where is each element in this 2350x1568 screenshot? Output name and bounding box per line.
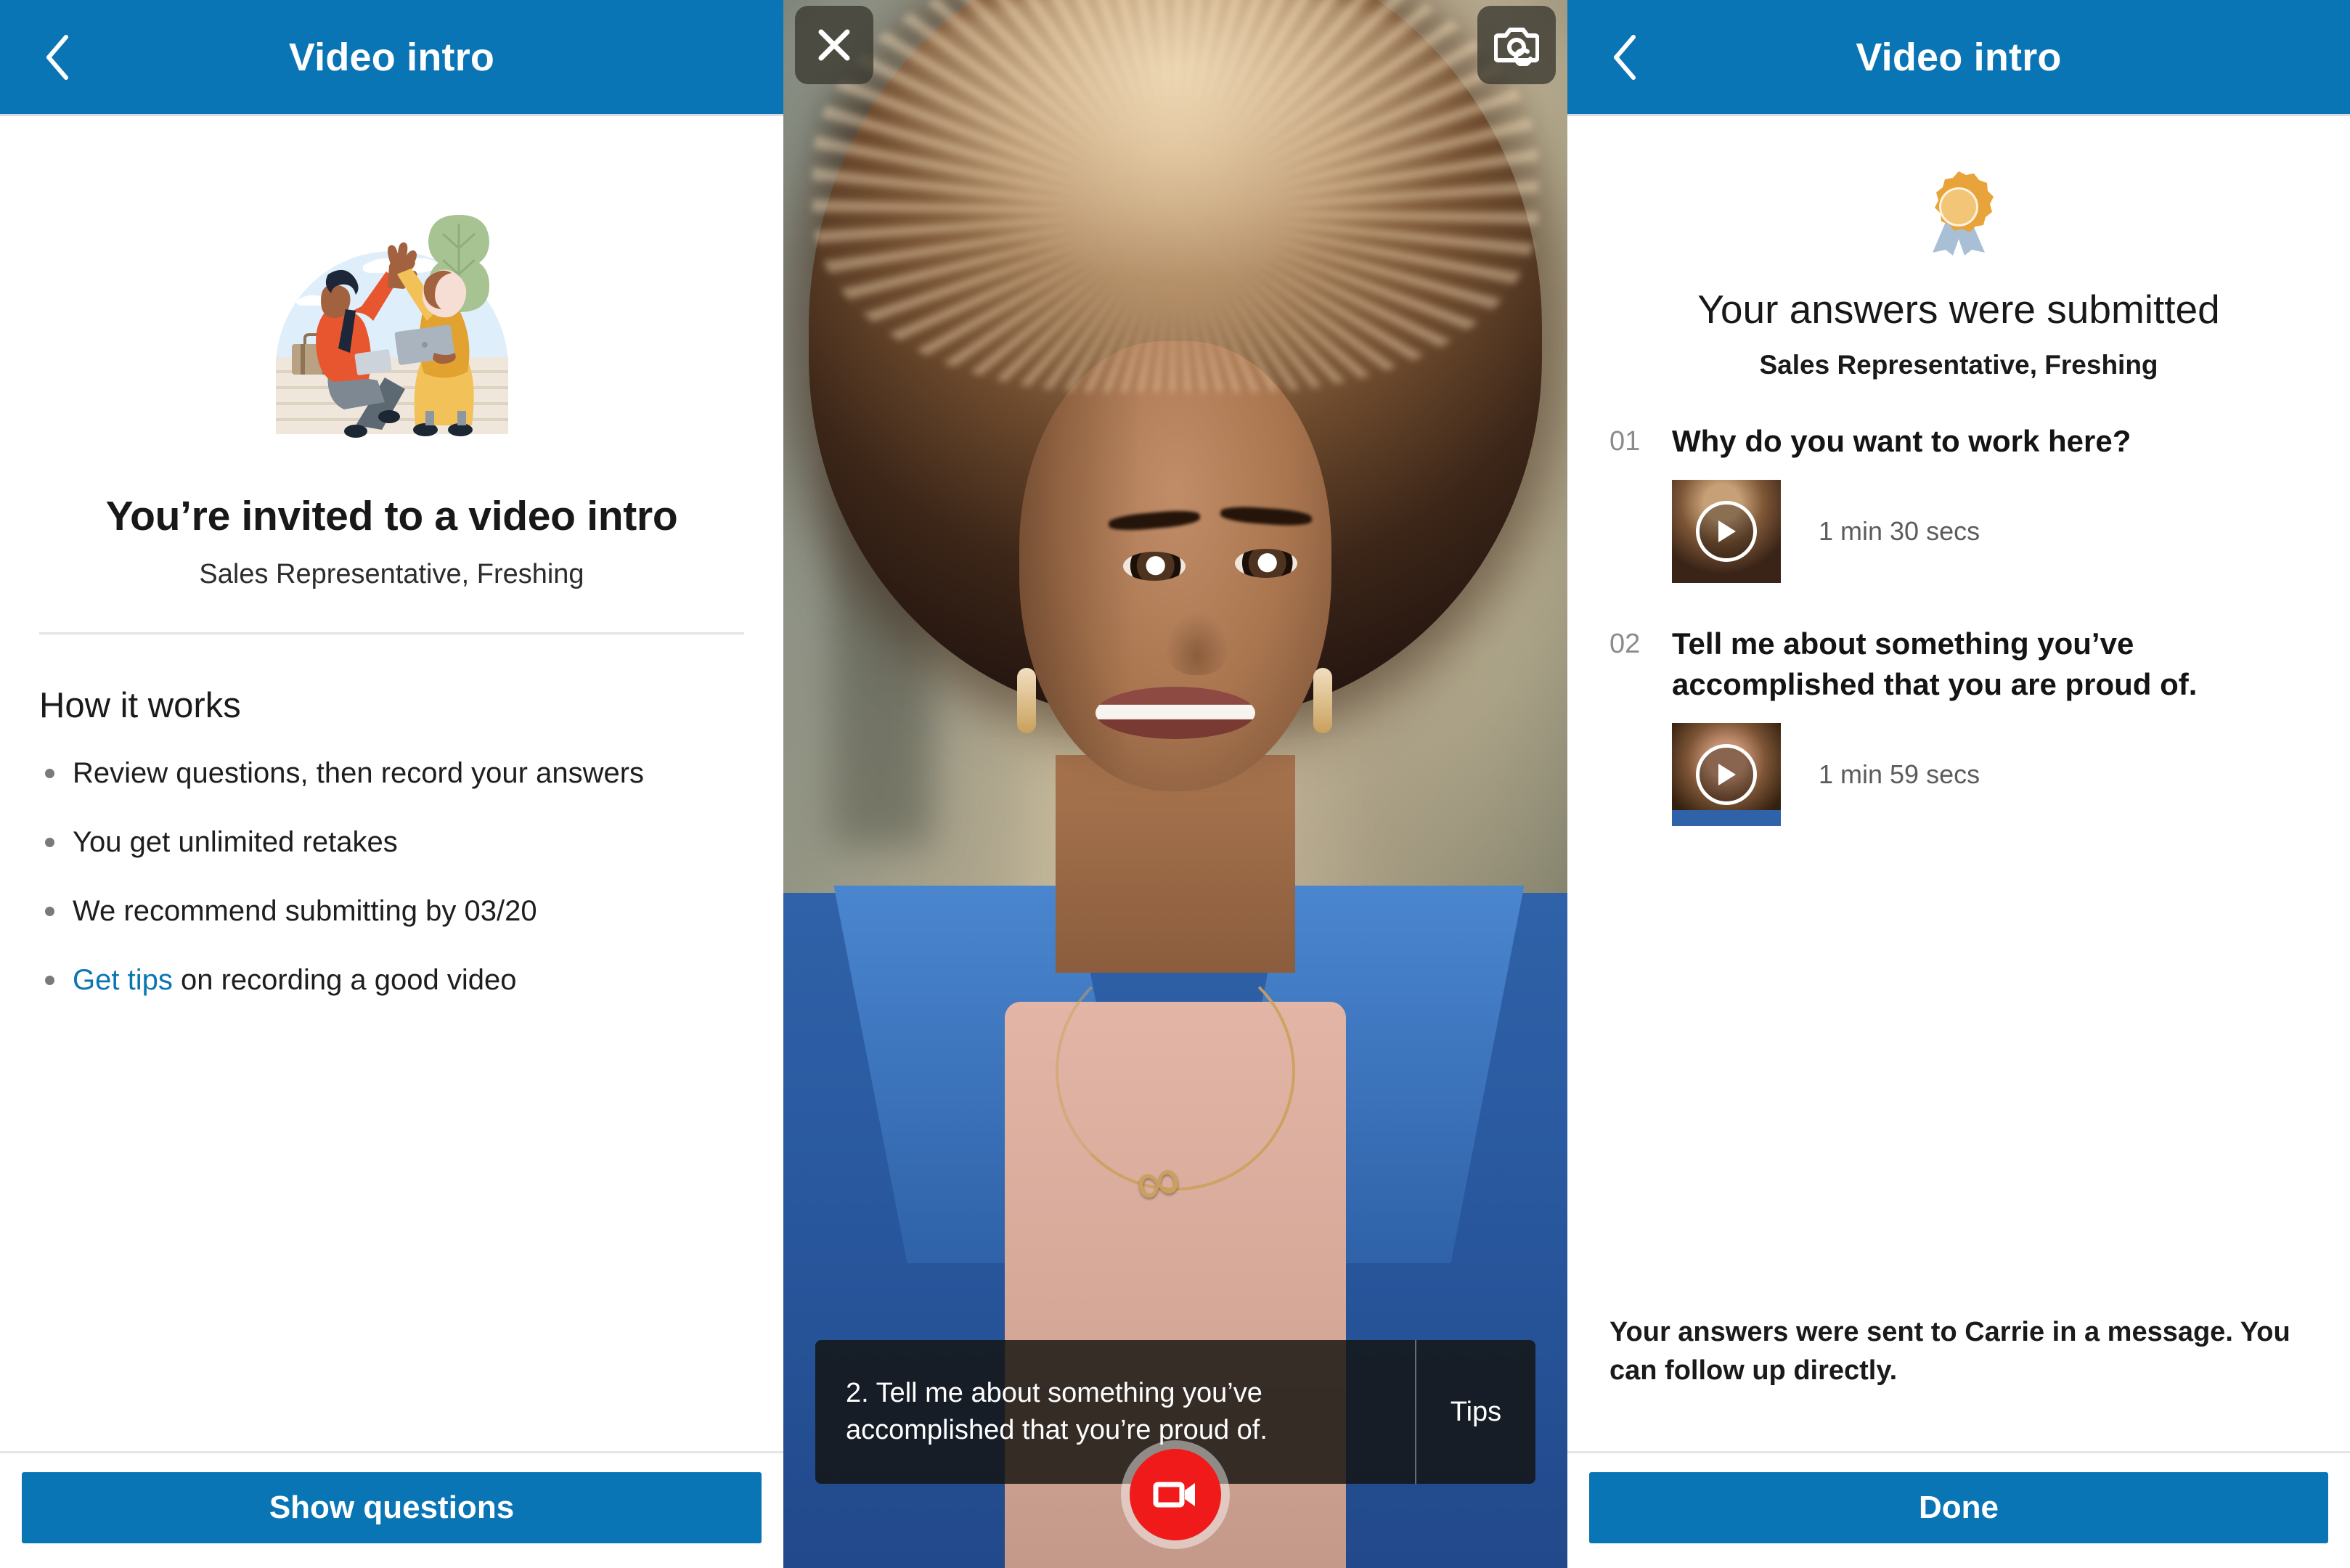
chevron-left-icon (46, 34, 68, 80)
follow-up-note: Your answers were sent to Carrie in a me… (1609, 1317, 2290, 1386)
submitted-body: Your answers were submitted Sales Repres… (1567, 168, 2350, 827)
video-duration: 1 min 59 secs (1819, 759, 1980, 790)
invite-body: You’re invited to a video intro Sales Re… (0, 186, 783, 998)
page-title: Video intro (1856, 35, 2062, 79)
section-divider (39, 632, 744, 634)
invite-subheading: Sales Representative, Freshing (199, 559, 584, 589)
get-tips-link[interactable]: Get tips (73, 964, 173, 996)
camera-viewfinder: ∞ 2. Tell me about something you’ve acco… (783, 0, 1567, 1568)
list-item-label: We recommend submitting by 03/20 (73, 895, 537, 927)
answer-video-row: 1 min 30 secs (1672, 480, 2308, 584)
question-number: 02 (1609, 629, 1641, 660)
video-record-panel: ∞ 2. Tell me about something you’ve acco… (783, 0, 1567, 1568)
invite-heading: You’re invited to a video intro (105, 493, 678, 539)
list-item: We recommend submitting by 03/20 (39, 893, 744, 929)
answer-question-row: 02 Tell me about something you’ve accomp… (1609, 624, 2308, 704)
list-item-label: You get unlimited retakes (73, 826, 398, 858)
camera-preview-image: ∞ (783, 0, 1567, 1568)
list-item-label: on recording a good video (172, 964, 517, 996)
record-button[interactable] (1130, 1449, 1221, 1540)
answers-submitted-panel: Video intro Your answers were submitted … (1567, 0, 2350, 1568)
submitted-footer: Done (1567, 1451, 2350, 1568)
answer-item: 01 Why do you want to work here? 1 min 3… (1609, 421, 2308, 584)
award-ribbon-icon (1933, 171, 1994, 256)
video-thumbnail[interactable] (1672, 723, 1781, 827)
done-button[interactable]: Done (1589, 1472, 2328, 1543)
submitted-navbar: Video intro (1567, 0, 2350, 116)
page-title: Video intro (288, 35, 495, 79)
how-it-works-list: Review questions, then record your answe… (39, 755, 744, 998)
three-panel-screenshot: Video intro You’re invited to a video in… (0, 0, 2350, 1568)
camera-flip-icon (1494, 28, 1539, 66)
play-icon[interactable] (1696, 501, 1757, 563)
submitted-subheading: Sales Representative, Freshing (1759, 350, 2158, 380)
video-thumbnail[interactable] (1672, 480, 1781, 584)
video-intro-invite-panel: Video intro You’re invited to a video in… (0, 0, 783, 1568)
illustration-wrapper (39, 186, 744, 447)
chevron-left-icon (1614, 34, 1636, 80)
invite-navbar: Video intro (0, 0, 783, 116)
high-five-illustration (275, 215, 508, 438)
video-camera-icon (1153, 1482, 1195, 1508)
show-questions-button[interactable]: Show questions (22, 1472, 762, 1543)
how-it-works-heading: How it works (39, 686, 241, 725)
list-item: Review questions, then record your answe… (39, 755, 744, 791)
list-item: Get tips on recording a good video (39, 962, 744, 998)
play-icon[interactable] (1696, 744, 1757, 806)
submitted-heading: Your answers were submitted (1697, 287, 2220, 332)
question-prompt-text: 2. Tell me about something you’ve accomp… (846, 1378, 1268, 1445)
answer-video-row: 1 min 59 secs (1672, 723, 2308, 827)
play-triangle-icon (1718, 764, 1736, 786)
flip-camera-button[interactable] (1477, 6, 1556, 84)
answer-question-row: 01 Why do you want to work here? (1609, 421, 2308, 461)
record-button-ring (1121, 1440, 1230, 1549)
tips-button[interactable]: Tips (1415, 1340, 1535, 1484)
list-item-label: Review questions, then record your answe… (73, 757, 645, 789)
close-button[interactable] (795, 6, 873, 84)
invite-footer: Show questions (0, 1451, 783, 1568)
video-duration: 1 min 30 secs (1819, 516, 1980, 547)
question-text: Why do you want to work here? (1672, 424, 2131, 458)
badge-wrapper (1609, 168, 2308, 258)
back-button[interactable] (1602, 28, 1646, 86)
question-number: 01 (1609, 426, 1641, 457)
question-text: Tell me about something you’ve accomplis… (1672, 626, 2198, 701)
answer-item: 02 Tell me about something you’ve accomp… (1609, 624, 2308, 827)
list-item: You get unlimited retakes (39, 824, 744, 860)
close-icon (818, 29, 850, 61)
play-triangle-icon (1718, 520, 1736, 543)
back-button[interactable] (35, 28, 78, 86)
